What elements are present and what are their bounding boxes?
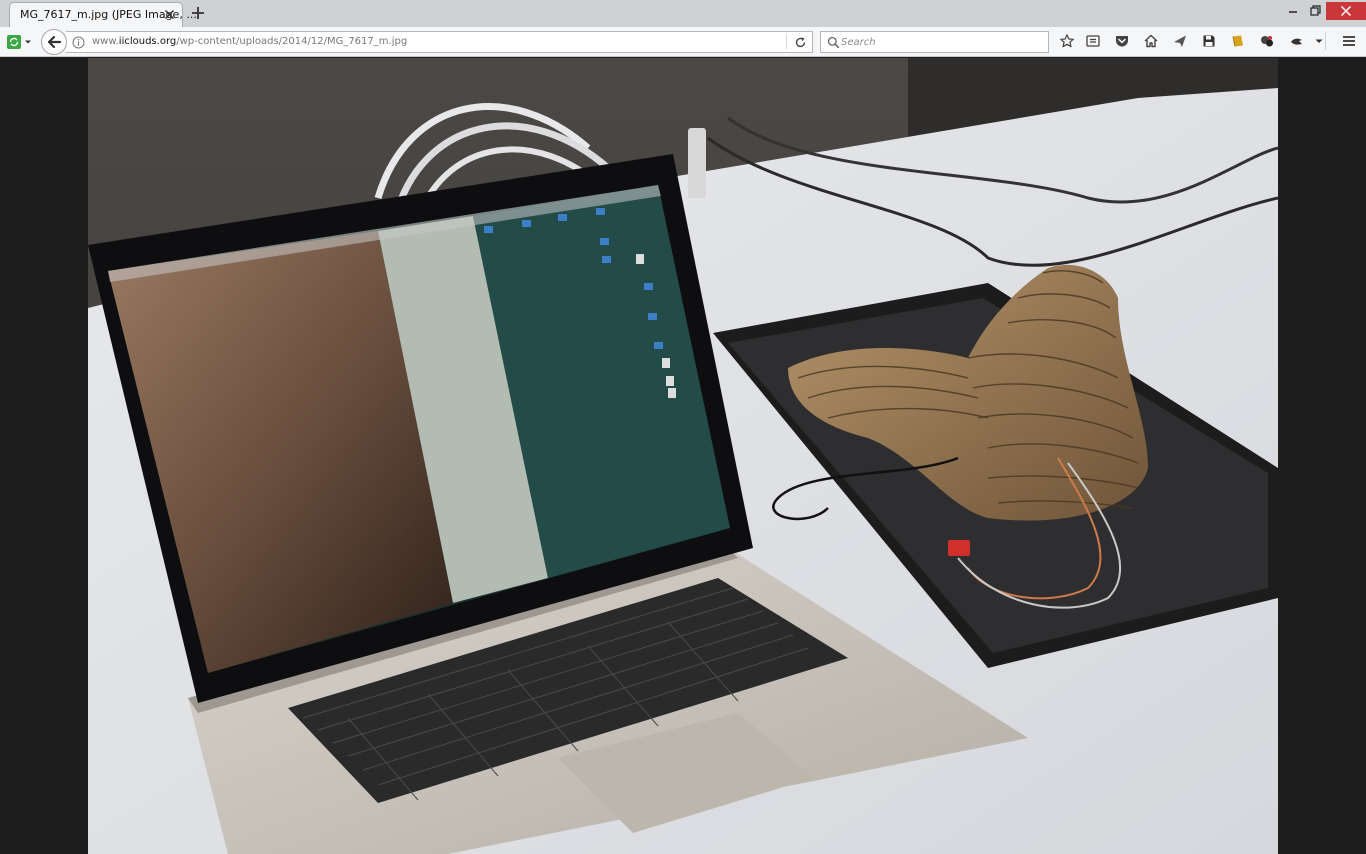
- extension2-icon[interactable]: [1289, 33, 1305, 49]
- url-path: /wp-content/uploads/2014/12/MG_7617_m.jp…: [176, 36, 408, 47]
- reload-icon[interactable]: [794, 36, 807, 49]
- back-button[interactable]: [41, 29, 67, 55]
- reading-list-icon[interactable]: [1085, 33, 1101, 49]
- close-tab-icon[interactable]: [162, 7, 177, 22]
- info-icon[interactable]: [72, 36, 85, 49]
- search-bar[interactable]: [820, 31, 1049, 53]
- displayed-photo[interactable]: [88, 58, 1278, 854]
- minimize-icon[interactable]: [1284, 2, 1302, 20]
- image-viewer: [0, 58, 1366, 854]
- url-separator: [786, 35, 787, 49]
- url-text[interactable]: www.iiclouds.org/wp-content/uploads/2014…: [92, 36, 407, 47]
- url-domain: iiclouds.org: [118, 36, 177, 47]
- extension-icon[interactable]: [1259, 33, 1275, 49]
- search-icon: [827, 36, 840, 49]
- url-prefix: www.: [92, 36, 119, 47]
- star-icon[interactable]: [1059, 33, 1075, 49]
- search-input[interactable]: [841, 32, 1041, 52]
- bookmark-icon[interactable]: [1230, 33, 1246, 49]
- sync-icon[interactable]: [6, 34, 33, 50]
- address-bar[interactable]: www.iiclouds.org/wp-content/uploads/2014…: [66, 31, 813, 53]
- tab-active[interactable]: MG_7617_m.jpg (JPEG Image, ...: [9, 2, 197, 27]
- pocket-icon[interactable]: [1114, 33, 1130, 49]
- save-icon[interactable]: [1201, 33, 1217, 49]
- navigation-bar: www.iiclouds.org/wp-content/uploads/2014…: [0, 27, 1366, 57]
- send-icon[interactable]: [1172, 33, 1188, 49]
- tab-strip: MG_7617_m.jpg (JPEG Image, ...: [0, 0, 1366, 27]
- new-tab-icon[interactable]: [190, 5, 206, 21]
- menu-icon[interactable]: [1341, 33, 1357, 49]
- back-arrow-icon: [47, 35, 62, 49]
- home-icon[interactable]: [1143, 33, 1159, 49]
- toolbar-separator: [1325, 32, 1326, 50]
- restore-icon[interactable]: [1306, 2, 1324, 20]
- close-window-icon[interactable]: [1326, 2, 1366, 20]
